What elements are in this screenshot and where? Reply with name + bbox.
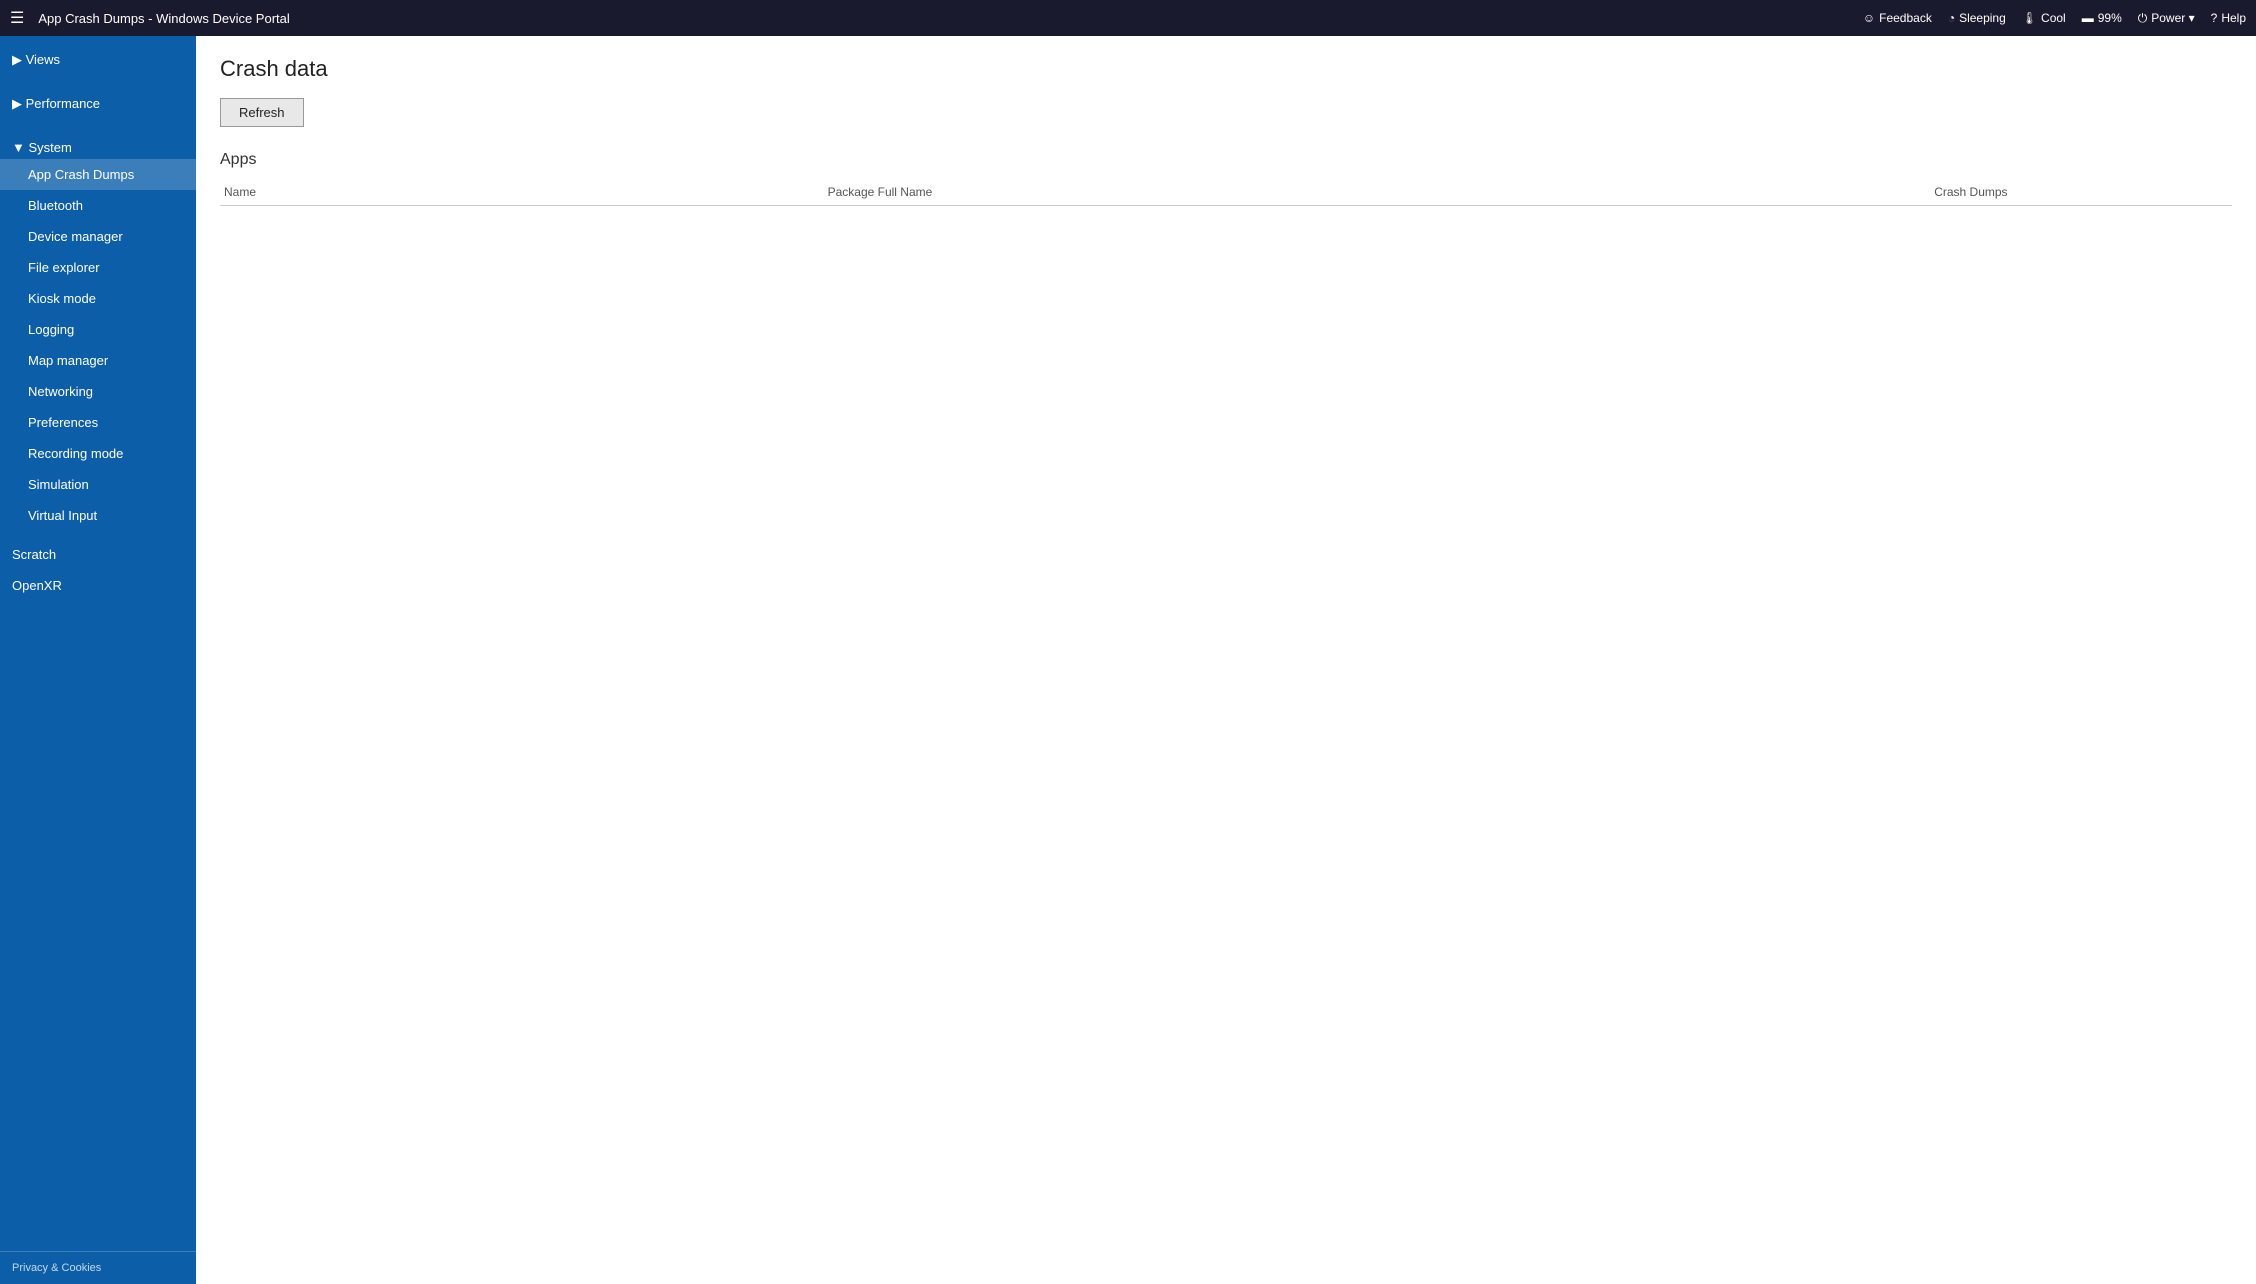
help-label: Help (2221, 11, 2246, 25)
system-items: App Crash DumpsBluetoothDevice managerFi… (0, 159, 196, 531)
sidebar-item-scratch[interactable]: Scratch (0, 539, 196, 570)
col-header-package: Package Full Name (824, 179, 1931, 206)
feedback-button[interactable]: ☺ Feedback (1863, 11, 1932, 25)
power-label: Power ▾ (2151, 11, 2194, 25)
sidebar-item-recording-mode[interactable]: Recording mode (0, 438, 196, 469)
sidebar-item-virtual-input[interactable]: Virtual Input (0, 500, 196, 531)
refresh-button[interactable]: Refresh (220, 98, 304, 127)
temp-status: 🌡 Cool (2022, 11, 2066, 25)
status-bar: ☺ Feedback ◔ Sleeping 🌡 Cool ▬ 99% ⏻ Pow… (1863, 11, 2246, 26)
power-button[interactable]: ⏻ Power ▾ (2138, 11, 2195, 26)
sidebar-item-bluetooth[interactable]: Bluetooth (0, 190, 196, 221)
nav-section-performance: ▶ Performance (0, 80, 196, 124)
battery-status: ▬ 99% (2082, 11, 2122, 25)
sidebar-item-file-explorer[interactable]: File explorer (0, 252, 196, 283)
col-header-name: Name (220, 179, 824, 206)
sleep-icon: ◔ (1948, 11, 1955, 25)
battery-label: 99% (2098, 11, 2122, 25)
main-layout: ◀ ▶ Views ▶ Performance ▼ System App Cra… (0, 36, 2256, 1284)
feedback-icon: ☺ (1863, 11, 1875, 25)
col-header-crash-dumps: Crash Dumps (1930, 179, 2232, 206)
sidebar-item-system[interactable]: ▼ System (0, 132, 196, 159)
hamburger-menu[interactable]: ☰ (10, 8, 24, 28)
crash-data-table: Name Package Full Name Crash Dumps (220, 179, 2232, 206)
temp-icon: 🌡 (2022, 11, 2037, 25)
nav-section-views: ▶ Views (0, 36, 196, 80)
power-icon: ⏻ (2138, 11, 2148, 26)
app-title: App Crash Dumps - Windows Device Portal (38, 11, 1855, 26)
apps-section-title: Apps (220, 151, 2232, 169)
sidebar-item-logging[interactable]: Logging (0, 314, 196, 345)
sidebar-item-device-manager[interactable]: Device manager (0, 221, 196, 252)
temp-label: Cool (2041, 11, 2066, 25)
sidebar-item-simulation[interactable]: Simulation (0, 469, 196, 500)
sidebar-item-app-crash-dumps[interactable]: App Crash Dumps (0, 159, 196, 190)
content-inner: Crash data Refresh Apps Name Package Ful… (196, 36, 2256, 1284)
sidebar-item-kiosk-mode[interactable]: Kiosk mode (0, 283, 196, 314)
sidebar-item-preferences[interactable]: Preferences (0, 407, 196, 438)
sidebar-item-networking[interactable]: Networking (0, 376, 196, 407)
nav-section-system: ▼ System App Crash DumpsBluetoothDevice … (0, 124, 196, 539)
sidebar-item-map-manager[interactable]: Map manager (0, 345, 196, 376)
sidebar-item-views[interactable]: ▶ Views (0, 44, 196, 72)
feedback-label: Feedback (1879, 11, 1932, 25)
sleep-status[interactable]: ◔ Sleeping (1948, 11, 2006, 25)
topbar: ☰ App Crash Dumps - Windows Device Porta… (0, 0, 2256, 36)
help-button[interactable]: ? Help (2211, 11, 2246, 25)
content-area: Crash data Refresh Apps Name Package Ful… (196, 36, 2256, 1284)
sleep-label: Sleeping (1959, 11, 2006, 25)
privacy-cookies-link[interactable]: Privacy & Cookies (0, 1251, 196, 1284)
sidebar-item-openxr[interactable]: OpenXR (0, 570, 196, 601)
sidebar: ◀ ▶ Views ▶ Performance ▼ System App Cra… (0, 36, 196, 1284)
sidebar-item-performance[interactable]: ▶ Performance (0, 88, 196, 116)
page-title: Crash data (220, 56, 2232, 82)
battery-icon: ▬ (2082, 11, 2094, 25)
help-icon: ? (2211, 11, 2218, 25)
table-header-row: Name Package Full Name Crash Dumps (220, 179, 2232, 206)
